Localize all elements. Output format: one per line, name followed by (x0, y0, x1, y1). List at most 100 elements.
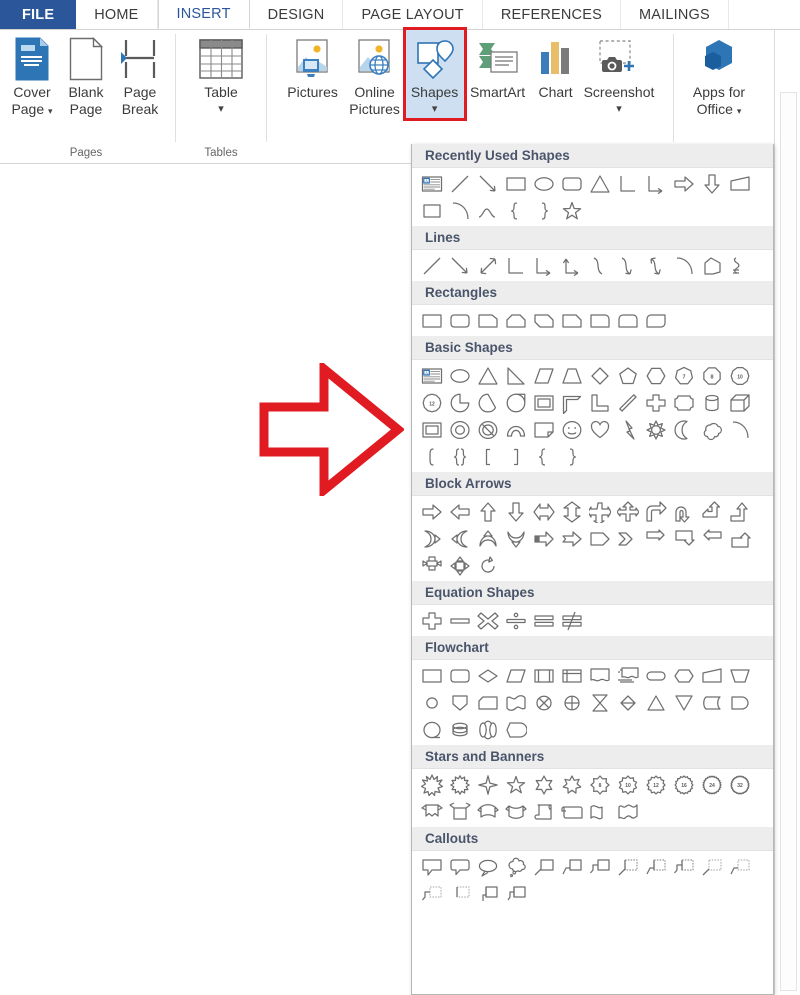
star-24-point-icon[interactable]: 24 (698, 772, 726, 797)
scribble-icon[interactable] (726, 253, 754, 278)
elbow-connector-icon[interactable] (502, 253, 530, 278)
flowchart-collate-icon[interactable] (586, 690, 614, 715)
tab-insert[interactable]: INSERT (157, 0, 250, 29)
arc-icon[interactable] (670, 253, 698, 278)
curved-connector-icon[interactable] (586, 253, 614, 278)
equal-sign-icon[interactable] (530, 608, 558, 633)
wave-icon[interactable] (586, 799, 614, 824)
down-arrow-icon[interactable] (502, 499, 530, 524)
pentagon-arrow-icon[interactable] (586, 526, 614, 551)
line-arrow-icon[interactable] (474, 171, 502, 196)
flowchart-direct-access-storage-icon[interactable] (474, 717, 502, 742)
elbow-double-arrow-connector-icon[interactable] (558, 253, 586, 278)
star-12-point-icon[interactable]: 12 (642, 772, 670, 797)
right-arrow-callout-icon[interactable] (642, 526, 670, 551)
curved-left-arrow-icon[interactable] (446, 526, 474, 551)
quad-arrow-callout-icon[interactable] (446, 553, 474, 578)
line-double-arrow-icon[interactable] (474, 253, 502, 278)
flowchart-display-icon[interactable] (502, 717, 530, 742)
elbow-arrow-connector-icon[interactable] (642, 171, 670, 196)
rectangle-icon[interactable] (418, 308, 446, 333)
curved-up-arrow-icon[interactable] (474, 526, 502, 551)
flowchart-internal-storage-icon[interactable] (558, 663, 586, 688)
smiley-face-icon[interactable] (558, 417, 586, 442)
flowchart-sequential-access-storage-icon[interactable] (418, 717, 446, 742)
text-box-icon[interactable]: A (418, 363, 446, 388)
curved-connector-3-icon[interactable] (418, 198, 446, 223)
right-brace-icon[interactable] (530, 198, 558, 223)
flowchart-off-page-connector-icon[interactable] (446, 690, 474, 715)
arc-icon[interactable] (446, 198, 474, 223)
left-arrow-icon[interactable] (446, 499, 474, 524)
rectangle-icon[interactable] (502, 171, 530, 196)
star-10-point-icon[interactable]: 10 (614, 772, 642, 797)
five-point-star-icon[interactable] (558, 198, 586, 223)
flowchart-summing-junction-icon[interactable] (530, 690, 558, 715)
freeform-shape-icon[interactable] (698, 253, 726, 278)
text-box-icon[interactable]: A (418, 171, 446, 196)
diamond-icon[interactable] (586, 363, 614, 388)
flowchart-terminator-icon[interactable] (642, 663, 670, 688)
flowchart-document-icon[interactable] (586, 663, 614, 688)
curved-right-arrow-icon[interactable] (418, 526, 446, 551)
donut-icon[interactable] (446, 417, 474, 442)
line-callout-3-no-border-icon[interactable] (418, 881, 446, 906)
down-arrow-callout-icon[interactable] (670, 526, 698, 551)
cloud-icon[interactable] (698, 417, 726, 442)
lightning-bolt-icon[interactable] (614, 417, 642, 442)
moon-icon[interactable] (670, 417, 698, 442)
flowchart-multidocument-icon[interactable] (614, 663, 642, 688)
left-up-arrow-icon[interactable] (698, 499, 726, 524)
flowchart-merge-icon[interactable] (670, 690, 698, 715)
round-diagonal-corner-rectangle-icon[interactable] (642, 308, 670, 333)
double-brace-icon[interactable] (446, 444, 474, 469)
circular-arrow-icon[interactable] (474, 553, 502, 578)
flowchart-sort-icon[interactable] (614, 690, 642, 715)
bevel-icon[interactable] (418, 417, 446, 442)
flowchart-alternate-process-icon[interactable] (446, 663, 474, 688)
tab-home[interactable]: HOME (76, 0, 158, 29)
explosion-2-icon[interactable] (446, 772, 474, 797)
oval-icon[interactable] (446, 363, 474, 388)
not-equal-sign-icon[interactable] (558, 608, 586, 633)
blank-page-button[interactable]: Blank Page (59, 30, 113, 118)
oval-icon[interactable] (530, 171, 558, 196)
left-brace-icon[interactable] (530, 444, 558, 469)
multiply-sign-icon[interactable] (474, 608, 502, 633)
cloud-callout-icon[interactable] (502, 854, 530, 879)
left-bracket-icon[interactable] (418, 444, 446, 469)
vertical-scroll-icon[interactable] (530, 799, 558, 824)
cover-page-button[interactable]: Cover Page ▾ (5, 30, 59, 118)
curved-up-ribbon-icon[interactable] (474, 799, 502, 824)
line-callout-2-border-and-accent-bar-icon[interactable] (474, 881, 502, 906)
trapezoid-icon[interactable] (558, 363, 586, 388)
bent-up-arrow-icon[interactable] (726, 499, 754, 524)
elbow-connector-icon[interactable] (614, 171, 642, 196)
flowchart-predefined-process-icon[interactable] (530, 663, 558, 688)
line-callout-3-icon[interactable] (586, 854, 614, 879)
cylinder-icon[interactable] (698, 390, 726, 415)
flowchart-process-icon[interactable] (418, 663, 446, 688)
curved-down-ribbon-icon[interactable] (502, 799, 530, 824)
shapes-gallery-dropdown[interactable]: Recently Used Shapes A Lines Rectangles Basi… (411, 144, 774, 995)
line-callout-2-no-border-icon[interactable] (726, 854, 754, 879)
flowchart-extract-icon[interactable] (642, 690, 670, 715)
line-arrow-icon[interactable] (446, 253, 474, 278)
right-arrow-icon[interactable] (418, 499, 446, 524)
pie-icon[interactable] (446, 390, 474, 415)
round-single-corner-rectangle-icon[interactable] (586, 308, 614, 333)
tab-references[interactable]: REFERENCES (483, 0, 621, 29)
striped-right-arrow-icon[interactable] (530, 526, 558, 551)
line-callout-2-accent-bar-icon[interactable] (642, 854, 670, 879)
flowchart-connector-icon[interactable] (418, 690, 446, 715)
chevron-icon[interactable] (614, 526, 642, 551)
double-wave-icon[interactable] (614, 799, 642, 824)
folded-corner-icon[interactable] (530, 417, 558, 442)
right-bracket-icon[interactable] (502, 444, 530, 469)
line-callout-1-no-border-icon[interactable] (698, 854, 726, 879)
tab-design[interactable]: DESIGN (250, 0, 344, 29)
cube-icon[interactable] (726, 390, 754, 415)
star-5-point-icon[interactable] (502, 772, 530, 797)
decagon-icon[interactable]: 10 (726, 363, 754, 388)
diagonal-stripe-icon[interactable] (614, 390, 642, 415)
